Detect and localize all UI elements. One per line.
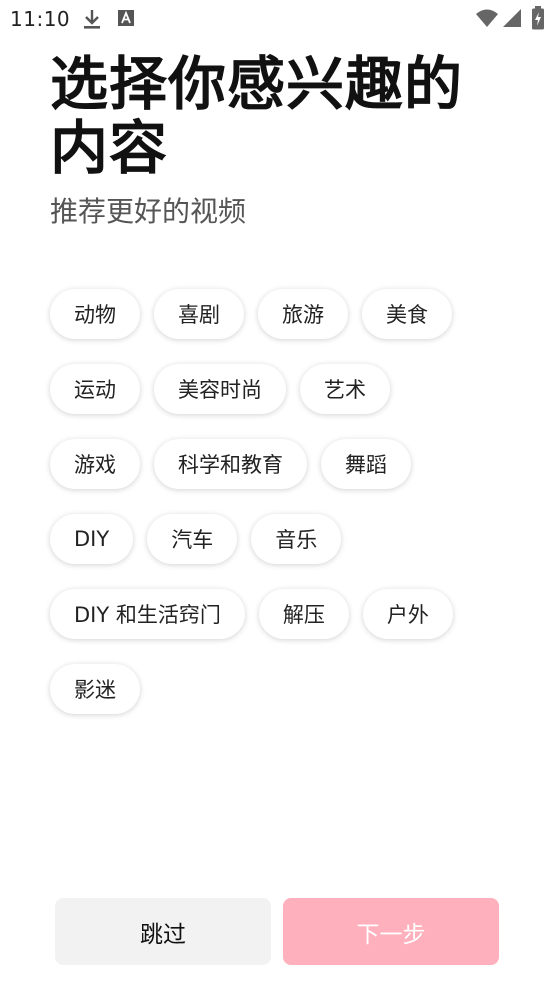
interest-chip-diy[interactable]: DIY xyxy=(50,514,134,564)
battery-icon xyxy=(531,6,545,34)
interest-chip-outdoors[interactable]: 户外 xyxy=(362,589,453,639)
interest-chip-gaming[interactable]: 游戏 xyxy=(50,439,140,489)
status-bar: 11:10 xyxy=(0,0,554,38)
interest-chip-science-education[interactable]: 科学和教育 xyxy=(154,439,307,489)
interest-chip-art[interactable]: 艺术 xyxy=(300,364,390,414)
skip-button[interactable]: 跳过 xyxy=(55,898,271,965)
interest-chip-travel[interactable]: 旅游 xyxy=(258,289,348,339)
interest-chip-dance[interactable]: 舞蹈 xyxy=(321,439,411,489)
chip-row: 运动 美容时尚 艺术 xyxy=(50,364,510,414)
interest-chip-comedy[interactable]: 喜剧 xyxy=(154,289,244,339)
interest-chip-diy-life-hacks[interactable]: DIY 和生活窍门 xyxy=(50,589,245,639)
status-time: 11:10 xyxy=(10,7,71,31)
interest-chip-movie-fans[interactable]: 影迷 xyxy=(50,664,140,714)
signal-icon xyxy=(502,8,522,32)
interest-chip-music[interactable]: 音乐 xyxy=(251,514,342,564)
chip-row: DIY 和生活窍门 解压 户外 xyxy=(50,589,510,639)
page-title: 选择你感兴趣的内容 xyxy=(50,50,464,182)
chip-row: DIY 汽车 音乐 xyxy=(50,514,510,564)
interest-chip-beauty-fashion[interactable]: 美容时尚 xyxy=(154,364,286,414)
font-icon xyxy=(117,8,135,32)
interest-chip-sports[interactable]: 运动 xyxy=(50,364,140,414)
page-subtitle: 推荐更好的视频 xyxy=(50,195,247,228)
interest-chip-relaxing[interactable]: 解压 xyxy=(258,589,349,639)
interest-chip-food[interactable]: 美食 xyxy=(362,289,452,339)
chip-row: 动物 喜剧 旅游 美食 xyxy=(50,289,510,339)
interest-chip-list: 动物 喜剧 旅游 美食 运动 美容时尚 艺术 游戏 科学和教育 舞蹈 DIY 汽… xyxy=(50,289,510,739)
wifi-icon xyxy=(475,8,499,32)
chip-row: 游戏 科学和教育 舞蹈 xyxy=(50,439,510,489)
chip-row: 影迷 xyxy=(50,664,510,714)
download-icon xyxy=(82,8,102,34)
next-button[interactable]: 下一步 xyxy=(283,898,499,965)
interest-chip-animals[interactable]: 动物 xyxy=(50,289,140,339)
interest-chip-cars[interactable]: 汽车 xyxy=(147,514,238,564)
